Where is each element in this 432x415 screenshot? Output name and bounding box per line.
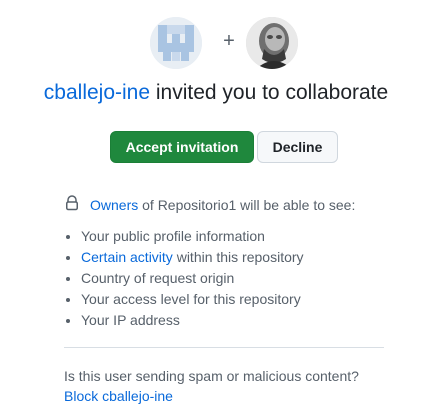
block-user-link[interactable]: Block cballejo-ine	[64, 388, 173, 404]
list-item: Your public profile information	[81, 226, 304, 247]
list-item: Your access level for this repository	[81, 289, 304, 310]
plus-sign: +	[223, 30, 235, 52]
user-photo-icon	[246, 17, 298, 69]
list-item: Certain activity within this repository	[81, 247, 304, 268]
owners-link[interactable]: Owners	[90, 197, 138, 213]
owners-notice: Owners of Repositorio1 will be able to s…	[64, 195, 356, 215]
list-item: Country of request origin	[81, 268, 304, 289]
inviter-username-link[interactable]: cballejo-ine	[44, 81, 150, 104]
page-title: cballejo-ine invited you to collaborate	[0, 81, 432, 105]
invitee-avatar[interactable]	[246, 17, 298, 69]
permissions-list: Your public profile information Certain …	[48, 226, 304, 331]
lock-icon	[64, 195, 80, 215]
divider	[64, 347, 384, 348]
avatars-row: +	[150, 17, 300, 69]
owners-notice-text: of Repositorio1 will be able to see:	[138, 197, 356, 213]
accept-invitation-button[interactable]: Accept invitation	[110, 131, 254, 163]
inviter-avatar[interactable]	[150, 17, 202, 69]
spam-question: Is this user sending spam or malicious c…	[64, 368, 359, 384]
certain-activity-link[interactable]: Certain activity	[81, 249, 173, 265]
identicon-icon	[150, 17, 202, 69]
title-text: invited you to collaborate	[150, 81, 389, 104]
decline-button[interactable]: Decline	[257, 131, 338, 163]
list-item: Your IP address	[81, 310, 304, 331]
